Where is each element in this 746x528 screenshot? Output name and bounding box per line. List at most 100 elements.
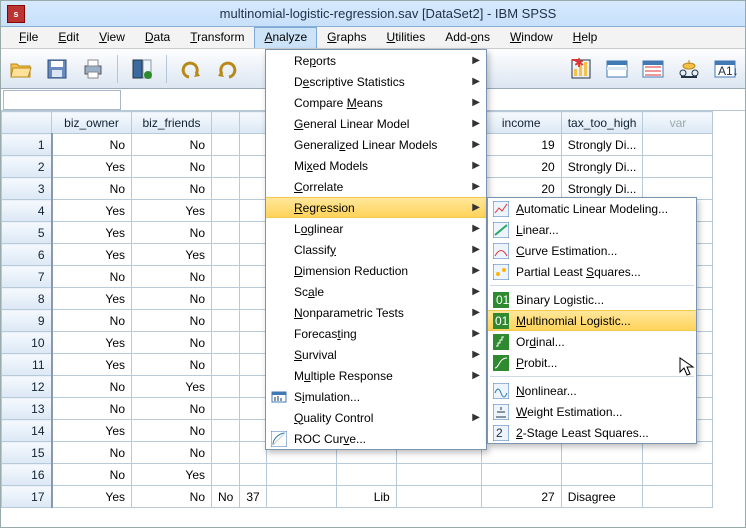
cell-hidden-b[interactable] [240, 464, 266, 486]
menu-survival[interactable]: Survival▶ [266, 344, 486, 365]
cell-biz-friends[interactable]: No [132, 420, 212, 442]
cell-biz-friends[interactable]: Yes [132, 464, 212, 486]
row-number[interactable]: 8 [2, 288, 52, 310]
menu-addons[interactable]: Add-ons [435, 27, 500, 48]
cell-biz-friends[interactable]: No [132, 310, 212, 332]
cell-hidden-b[interactable] [240, 310, 266, 332]
menu-edit[interactable]: Edit [48, 27, 89, 48]
cell-hidden-b[interactable] [240, 244, 266, 266]
row-number[interactable]: 16 [2, 464, 52, 486]
cell-biz-friends[interactable]: No [132, 332, 212, 354]
menu-dimension-reduction[interactable]: Dimension Reduction▶ [266, 260, 486, 281]
cell-biz-owner[interactable]: Yes [52, 200, 132, 222]
menu-nonparametric-tests[interactable]: Nonparametric Tests▶ [266, 302, 486, 323]
submenu-ordinal[interactable]: Ordinal... [488, 331, 696, 352]
undo-button[interactable] [177, 55, 205, 83]
cell-hidden-b[interactable] [240, 376, 266, 398]
menu-simulation[interactable]: Simulation... [266, 386, 486, 407]
cell-empty[interactable] [643, 156, 713, 178]
submenu-probit[interactable]: Probit... [488, 352, 696, 373]
cell-biz-owner[interactable]: Yes [52, 332, 132, 354]
cell-biz-owner[interactable]: No [52, 178, 132, 200]
menu-classify[interactable]: Classify▶ [266, 239, 486, 260]
submenu-partial-least-squares[interactable]: Partial Least Squares... [488, 261, 696, 282]
menu-descriptive-statistics[interactable]: Descriptive Statistics▶ [266, 71, 486, 92]
cell-hidden-b[interactable] [240, 288, 266, 310]
save-button[interactable] [43, 55, 71, 83]
cell-biz-owner[interactable]: Yes [52, 354, 132, 376]
submenu-weight-estimation[interactable]: Weight Estimation... [488, 401, 696, 422]
cell-hidden-b[interactable] [240, 398, 266, 420]
cell-biz-owner[interactable]: No [52, 464, 132, 486]
row-number[interactable]: 1 [2, 134, 52, 156]
menu-utilities[interactable]: Utilities [377, 27, 436, 48]
menu-generalized-linear-models[interactable]: Generalized Linear Models▶ [266, 134, 486, 155]
cell-biz-owner[interactable]: Yes [52, 420, 132, 442]
cell-empty[interactable] [643, 134, 713, 156]
cell-empty[interactable] [643, 486, 713, 508]
cell-hidden-a[interactable] [212, 156, 240, 178]
cell-biz-friends[interactable]: No [132, 486, 212, 508]
cell-biz-friends[interactable]: No [132, 354, 212, 376]
submenu-nonlinear[interactable]: Nonlinear... [488, 380, 696, 401]
cell-biz-owner[interactable]: Yes [52, 244, 132, 266]
cell-tax-too-high[interactable] [561, 464, 643, 486]
menu-multiple-response[interactable]: Multiple Response▶ [266, 365, 486, 386]
cell-hidden-e[interactable] [396, 486, 481, 508]
submenu-multinomial-logistic[interactable]: 012Multinomial Logistic... [488, 310, 696, 331]
cell-hidden-d[interactable]: Lib [336, 486, 396, 508]
col-tax-too-high[interactable]: tax_too_high [561, 112, 643, 134]
row-number[interactable]: 11 [2, 354, 52, 376]
cell-biz-friends[interactable]: No [132, 222, 212, 244]
cell-biz-owner[interactable]: Yes [52, 222, 132, 244]
cell-hidden-a[interactable] [212, 376, 240, 398]
cell-hidden-a[interactable] [212, 244, 240, 266]
menu-transform[interactable]: Transform [180, 27, 254, 48]
cell-hidden-a[interactable] [212, 266, 240, 288]
submenu-binary-logistic[interactable]: 01Binary Logistic... [488, 289, 696, 310]
cell-biz-friends[interactable]: No [132, 156, 212, 178]
cell-biz-owner[interactable]: Yes [52, 156, 132, 178]
col-hidden-a[interactable] [212, 112, 240, 134]
data-info-button[interactable] [128, 55, 156, 83]
cell-hidden-b[interactable] [240, 200, 266, 222]
col-empty-var[interactable]: var [643, 112, 713, 134]
cell-biz-friends[interactable]: Yes [132, 200, 212, 222]
cell-hidden-a[interactable]: No [212, 486, 240, 508]
cell-hidden-a[interactable] [212, 354, 240, 376]
cell-biz-friends[interactable]: Yes [132, 244, 212, 266]
submenu-automatic-linear-modeling[interactable]: Automatic Linear Modeling... [488, 198, 696, 219]
cell-hidden-b[interactable] [240, 442, 266, 464]
cell-biz-owner[interactable]: No [52, 266, 132, 288]
menu-regression[interactable]: Regression▶ Automatic Linear Modeling...… [266, 197, 486, 218]
row-number[interactable]: 5 [2, 222, 52, 244]
cell-hidden-a[interactable] [212, 178, 240, 200]
cell-hidden-a[interactable] [212, 310, 240, 332]
menu-reports[interactable]: Reports▶ [266, 50, 486, 71]
cell-income[interactable]: 27 [481, 486, 561, 508]
open-button[interactable] [7, 55, 35, 83]
cell-biz-friends[interactable]: No [132, 398, 212, 420]
cell-hidden-c[interactable] [266, 486, 336, 508]
cell-biz-friends[interactable]: No [132, 288, 212, 310]
menu-window[interactable]: Window [500, 27, 563, 48]
menu-view[interactable]: View [89, 27, 135, 48]
col-hidden-b[interactable] [240, 112, 266, 134]
cell-empty[interactable] [643, 464, 713, 486]
cell-tax-too-high[interactable]: Strongly Di... [561, 134, 643, 156]
cell-hidden-a[interactable] [212, 420, 240, 442]
row-number[interactable]: 17 [2, 486, 52, 508]
select-cases-button[interactable] [639, 55, 667, 83]
col-biz-friends[interactable]: biz_friends [132, 112, 212, 134]
value-labels-button[interactable]: A1↓ [711, 55, 739, 83]
cell-empty[interactable] [643, 442, 713, 464]
cell-hidden-b[interactable] [240, 156, 266, 178]
cell-hidden-a[interactable] [212, 288, 240, 310]
cell-biz-friends[interactable]: No [132, 266, 212, 288]
cell-hidden-d[interactable] [336, 464, 396, 486]
cell-hidden-a[interactable] [212, 442, 240, 464]
submenu-linear[interactable]: Linear... [488, 219, 696, 240]
cell-hidden-a[interactable] [212, 134, 240, 156]
cell-biz-owner[interactable]: No [52, 442, 132, 464]
cell-income[interactable]: 19 [481, 134, 561, 156]
